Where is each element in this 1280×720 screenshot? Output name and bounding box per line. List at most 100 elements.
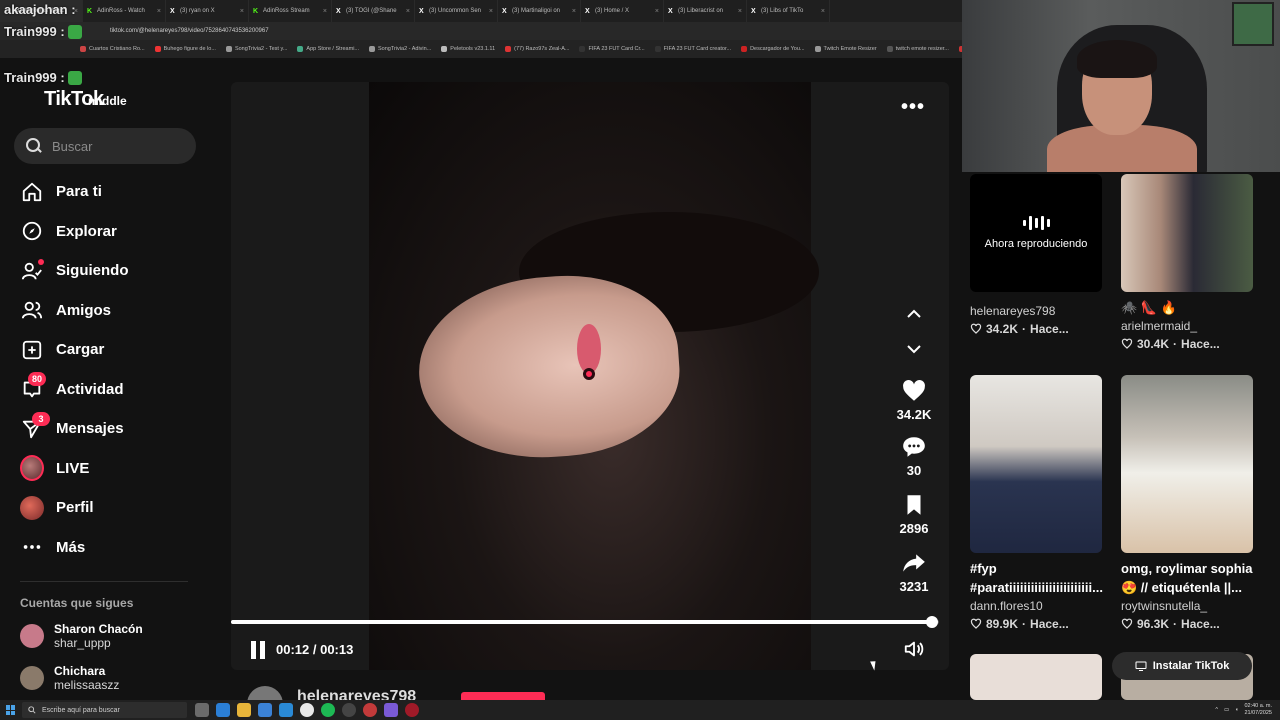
file-explorer-icon[interactable] (237, 703, 251, 717)
bookmark-item[interactable]: Twitch Emote Resizer (814, 46, 877, 52)
video-thumbnail[interactable] (1121, 375, 1253, 553)
mail-icon[interactable] (279, 703, 293, 717)
sidebar-item-mas[interactable]: Más (20, 528, 200, 568)
more-options-button[interactable]: ••• (901, 96, 925, 119)
browser-tab[interactable]: K AdinRoss Stream × (249, 0, 332, 22)
bookmark-item[interactable]: FIFA 23 FUT Card creator... (654, 46, 731, 52)
bookmark-item[interactable]: twitch emote resizer... (886, 46, 949, 52)
close-icon[interactable]: × (240, 8, 244, 15)
close-icon[interactable]: × (489, 8, 493, 15)
comment-count: 30 (906, 463, 922, 478)
browser-tab[interactable]: X (3) TOGI (@Shane × (332, 0, 415, 22)
browser-tab[interactable]: X (3) Liberacrist on × (664, 0, 747, 22)
sidebar-item-perfil[interactable]: Perfil (20, 488, 200, 528)
friends-icon (20, 298, 44, 322)
taskbar-search[interactable]: Escribe aquí para buscar (22, 702, 187, 718)
sidebar-item-amigos[interactable]: Amigos (20, 291, 200, 331)
following-account[interactable]: Sharon Chacón shar_uppp (20, 622, 143, 650)
store-icon[interactable] (258, 703, 272, 717)
sidebar-item-cargar[interactable]: Cargar (20, 330, 200, 370)
pause-button[interactable] (251, 641, 267, 659)
card-author[interactable]: helenareyes798 (970, 302, 1102, 320)
obs-icon[interactable] (342, 703, 356, 717)
bookmark-item[interactable]: FIFA 23 FUT Card Cr... (579, 46, 645, 52)
sidebar-item-mensajes[interactable]: 3 Mensajes (20, 409, 200, 449)
browser-tab[interactable]: X (3) Home / X × (581, 0, 664, 22)
sidebar-item-explorar[interactable]: Explorar (20, 212, 200, 252)
like-button[interactable]: 34.2K (887, 378, 941, 422)
close-icon[interactable]: × (406, 8, 410, 15)
bookmark-item[interactable]: Peletools v23.1.11 (441, 46, 495, 52)
speaker-icon[interactable]: ◖ (1235, 707, 1238, 713)
bookmark-item[interactable]: Buhego figure de lo... (154, 46, 216, 52)
video-player[interactable]: ••• 34.2K 30 2896 3231 00:12 / 00:13 (231, 82, 949, 670)
close-icon[interactable]: × (655, 8, 659, 15)
sidebar-item-live[interactable]: LIVE (20, 449, 200, 489)
taskbar-clock[interactable]: 02:40 a. m. 21/07/2025 (1244, 703, 1272, 717)
bookmark-item[interactable]: SongTrivia2 - Adivin... (369, 46, 431, 52)
live-avatar-icon (20, 455, 44, 482)
task-view-icon[interactable] (195, 703, 209, 717)
bookmark-item[interactable]: Descargador de You... (741, 46, 805, 52)
app-icon[interactable] (363, 703, 377, 717)
like-count: 34.2K (896, 407, 932, 422)
edge-icon[interactable] (216, 703, 230, 717)
close-icon[interactable]: × (738, 8, 742, 15)
next-video-button[interactable] (902, 337, 926, 361)
search-box[interactable] (14, 128, 196, 164)
tray-chevron-icon[interactable]: ^ (1215, 707, 1218, 713)
card-author[interactable]: roytwinsnutella_ (1121, 597, 1253, 615)
sidebar-item-siguiendo[interactable]: Siguiendo (20, 251, 200, 291)
bookmark-item[interactable]: (77) Razo97s Zeal-A... (505, 46, 569, 52)
browser-tab[interactable]: X (3) Libs of TikTo × (747, 0, 830, 22)
close-icon[interactable]: × (323, 8, 327, 15)
search-icon (26, 138, 42, 154)
bookmark-item[interactable]: SongTrivia2 - Test y... (225, 46, 287, 52)
spotify-icon[interactable] (321, 703, 335, 717)
following-account[interactable]: Chichara melissaaszz (20, 664, 119, 692)
chat-line: Train999 : (4, 70, 204, 85)
video-frame[interactable] (369, 82, 819, 670)
start-button[interactable] (0, 700, 22, 720)
browser-tab[interactable]: X (3) Martinaligoi on × (498, 0, 581, 22)
volume-button[interactable] (903, 638, 927, 662)
card-title[interactable]: omg, roylimar sophia 😍 // etiquétenla ||… (1121, 559, 1259, 597)
previous-video-button[interactable] (902, 302, 926, 326)
close-icon[interactable]: × (821, 8, 825, 15)
save-button[interactable]: 2896 (887, 492, 941, 536)
video-card[interactable]: 🕷️ 👠 🔥 arielmermaid_ 30.4K · Hace... (1121, 174, 1253, 353)
bookmark-item[interactable]: App Store / Streami... (297, 46, 359, 52)
app-icon[interactable] (405, 703, 419, 717)
video-progress-bar[interactable] (231, 616, 939, 628)
video-thumbnail[interactable] (1121, 174, 1253, 292)
bookmark-label: Peletools v23.1.11 (450, 46, 496, 52)
card-author[interactable]: dann.flores10 (970, 597, 1102, 615)
sidebar-item-para-ti[interactable]: Para ti (20, 172, 200, 212)
close-icon[interactable]: × (572, 8, 576, 15)
video-thumbnail[interactable] (970, 654, 1102, 700)
emote-icon (67, 24, 82, 39)
now-playing-thumb[interactable]: Ahora reproduciendo (970, 174, 1102, 292)
volume-icon (904, 641, 924, 657)
chrome-icon[interactable] (300, 703, 314, 717)
search-input[interactable] (52, 138, 182, 154)
card-title[interactable]: #fyp #paratiiiiiiiiiiiiiiiiiiiiiii... (970, 559, 1108, 597)
bookmark-item[interactable]: Cuartos Cristiano Ro... (80, 46, 145, 52)
video-card[interactable]: #fyp #paratiiiiiiiiiiiiiiiiiiiiiii... da… (970, 375, 1103, 633)
app-icon[interactable] (384, 703, 398, 717)
comment-button[interactable]: 30 (887, 434, 941, 478)
video-card[interactable]: Ahora reproduciendo helenareyes798 34.2K… (970, 174, 1102, 338)
video-progress-fill (231, 620, 932, 624)
video-card[interactable]: omg, roylimar sophia 😍 // etiquétenla ||… (1121, 375, 1253, 633)
sidebar-item-actividad[interactable]: 80 Actividad (20, 370, 200, 410)
browser-tab[interactable]: X (3) Uncommon Sen × (415, 0, 498, 22)
install-tiktok-button[interactable]: Instalar TikTok (1112, 652, 1252, 680)
video-thumbnail[interactable] (970, 375, 1102, 553)
sidebar-item-label: Para ti (56, 183, 102, 201)
video-progress-handle[interactable] (925, 616, 938, 628)
network-icon[interactable]: ▭ (1224, 707, 1229, 713)
share-button[interactable]: 3231 (887, 550, 941, 594)
sidebar-nav: Para ti Explorar Siguiendo Amigos Cargar… (20, 172, 200, 567)
card-author[interactable]: arielmermaid_ (1121, 317, 1253, 335)
card-title[interactable]: 🕷️ 👠 🔥 (1121, 298, 1259, 317)
